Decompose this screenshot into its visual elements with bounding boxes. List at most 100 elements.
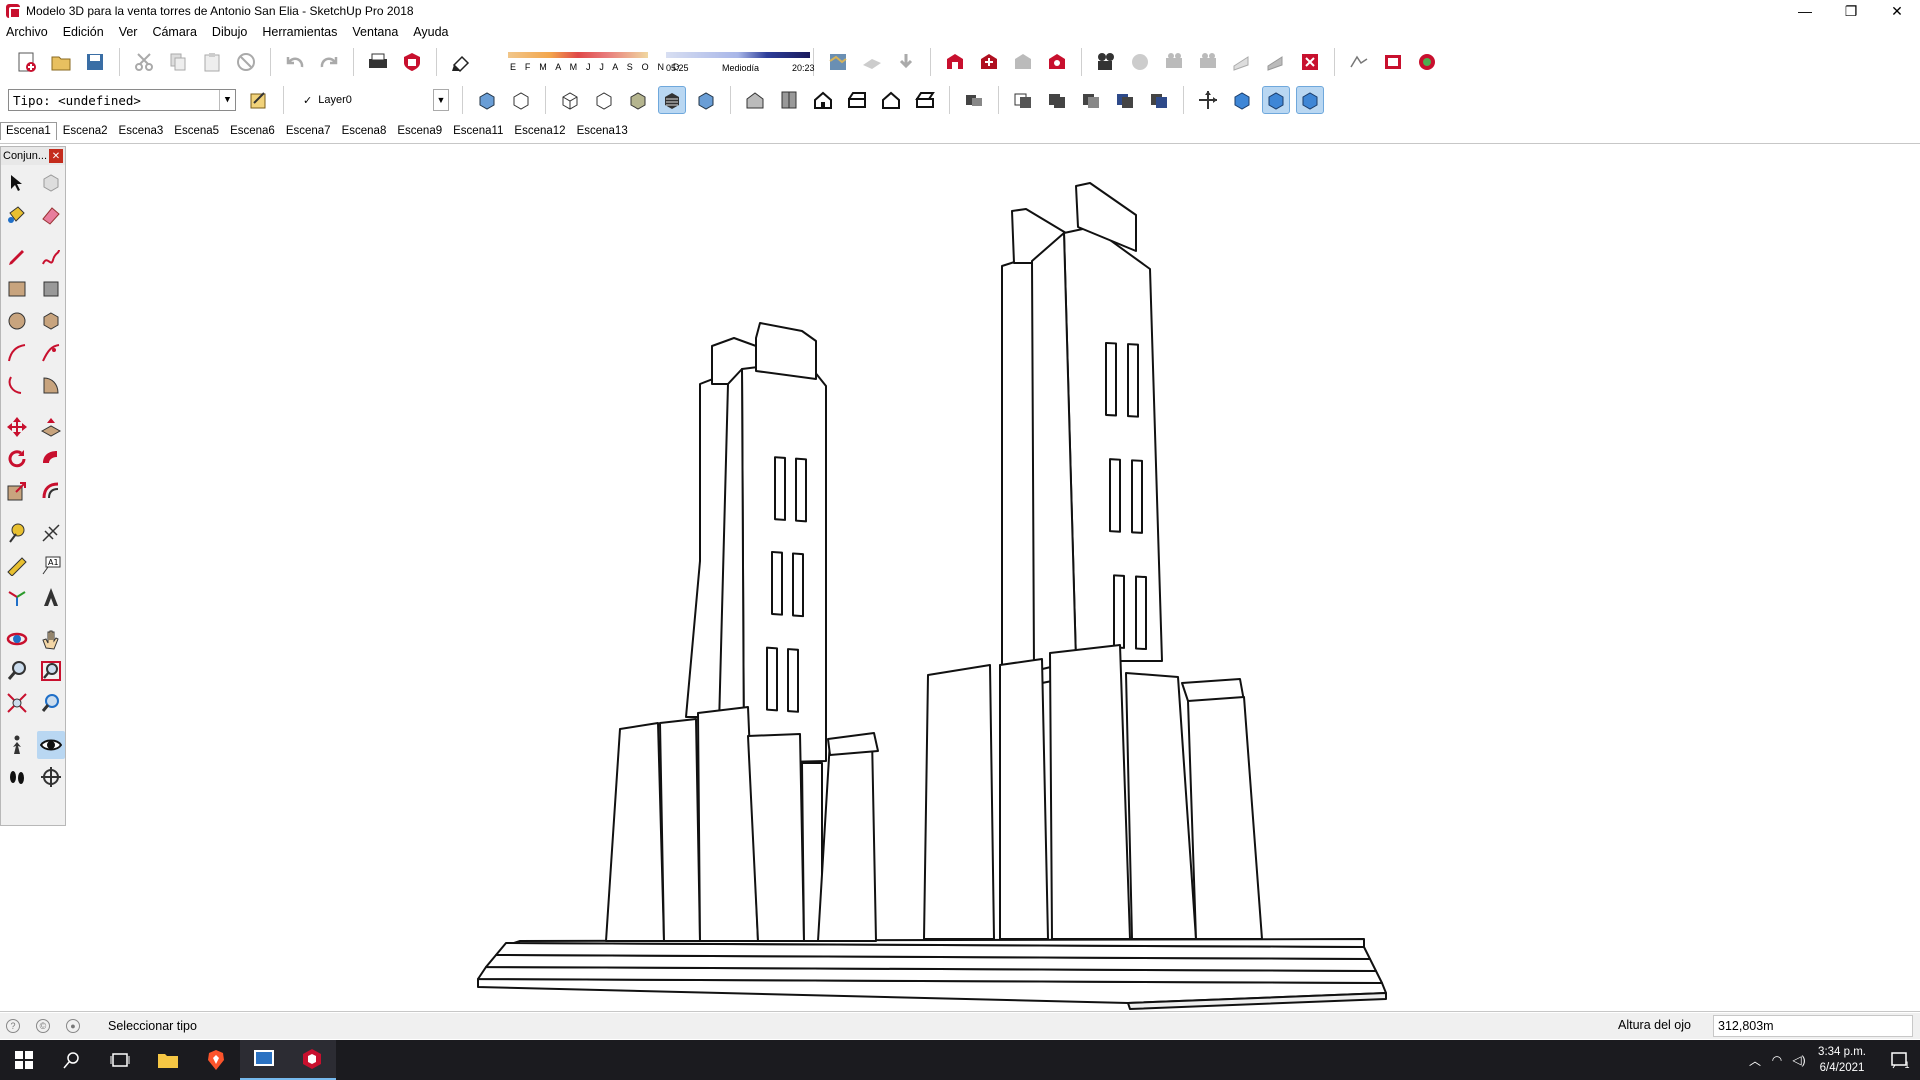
chevron-down-icon[interactable]: ▼ <box>219 90 235 110</box>
zoom-extents-tool[interactable] <box>3 689 31 717</box>
tab-escena5[interactable]: Escena5 <box>169 123 224 140</box>
menu-archivo[interactable]: Archivo <box>6 25 48 39</box>
camera-2-button[interactable] <box>1160 48 1188 76</box>
wifi-icon[interactable]: ◠ <box>1766 1040 1788 1080</box>
section-button[interactable] <box>1228 48 1256 76</box>
clock[interactable]: 3:34 p.m. 6/4/2021 <box>1818 1044 1866 1076</box>
rotate-tool[interactable] <box>3 445 31 473</box>
animation-button[interactable] <box>1092 48 1120 76</box>
top-view-button[interactable] <box>775 86 803 114</box>
zoom-tool[interactable] <box>3 657 31 685</box>
model-info-button[interactable] <box>398 48 426 76</box>
orbit-tool[interactable] <box>3 625 31 653</box>
file-explorer-button[interactable] <box>144 1040 192 1080</box>
classifier-button[interactable] <box>245 86 273 114</box>
brave-browser-button[interactable] <box>192 1040 240 1080</box>
chevron-up-icon[interactable]: ︿ <box>1744 1040 1766 1080</box>
tab-escena1[interactable]: Escena1 <box>0 122 57 140</box>
tab-escena7[interactable]: Escena7 <box>281 123 336 140</box>
back-edges-button[interactable] <box>507 86 535 114</box>
axes-tool[interactable] <box>3 583 31 611</box>
tab-escena13[interactable]: Escena13 <box>572 123 633 140</box>
save-button[interactable] <box>81 48 109 76</box>
search-button[interactable] <box>48 1040 96 1080</box>
component-3-button[interactable] <box>1296 86 1324 114</box>
pan-tool[interactable] <box>37 625 65 653</box>
menu-edicion[interactable]: Edición <box>63 25 104 39</box>
shadow-settings-widget[interactable]: E F M A M J J A S O N D 05:25 Mediodía 2… <box>482 48 815 76</box>
section-2-button[interactable] <box>1262 48 1290 76</box>
back-view-button[interactable] <box>877 86 905 114</box>
look-around-tool[interactable] <box>37 731 65 759</box>
credits-icon[interactable]: © <box>36 1019 50 1033</box>
render-button[interactable] <box>1126 48 1154 76</box>
split-button[interactable] <box>1145 86 1173 114</box>
pie-tool[interactable] <box>37 371 65 399</box>
move-tool[interactable] <box>3 413 31 441</box>
layout-button[interactable] <box>1379 48 1407 76</box>
minimize-button[interactable]: — <box>1782 0 1828 22</box>
protractor-tool[interactable] <box>3 551 31 579</box>
app-window-button[interactable] <box>240 1040 288 1080</box>
menu-ayuda[interactable]: Ayuda <box>413 25 448 39</box>
tape-measure-tool[interactable] <box>3 519 31 547</box>
menu-camara[interactable]: Cámara <box>152 25 196 39</box>
intersect-button[interactable] <box>1009 86 1037 114</box>
tab-escena3[interactable]: Escena3 <box>114 123 169 140</box>
component-1-button[interactable] <box>1228 86 1256 114</box>
sandbox-button[interactable] <box>1345 48 1373 76</box>
tab-escena11[interactable]: Escena11 <box>448 123 508 140</box>
eraser-tool[interactable] <box>37 201 65 229</box>
dimension-tool[interactable] <box>37 519 65 547</box>
measurements-box[interactable]: 312,803m <box>1713 1015 1913 1037</box>
hidden-line-button[interactable] <box>590 86 618 114</box>
model-viewport[interactable] <box>0 143 1920 1012</box>
close-button[interactable]: ✕ <box>1874 0 1920 22</box>
start-button[interactable] <box>0 1040 48 1080</box>
left-view-button[interactable] <box>911 86 939 114</box>
menu-ventana[interactable]: Ventana <box>352 25 398 39</box>
erase-button[interactable] <box>232 48 260 76</box>
geo-location-button[interactable] <box>824 48 852 76</box>
zoom-window-tool[interactable] <box>37 657 65 685</box>
push-pull-tool[interactable] <box>37 413 65 441</box>
chevron-down-icon[interactable]: ▼ <box>433 89 449 111</box>
paint-bucket-tool[interactable] <box>3 201 31 229</box>
task-view-button[interactable] <box>96 1040 144 1080</box>
previous-view-tool[interactable] <box>37 689 65 717</box>
sketchup-taskbar-button[interactable] <box>288 1040 336 1080</box>
tab-escena8[interactable]: Escena8 <box>337 123 392 140</box>
warehouse-button[interactable] <box>941 48 969 76</box>
line-tool[interactable] <box>3 243 31 271</box>
new-model-button[interactable] <box>13 48 41 76</box>
make-component-tool[interactable] <box>37 169 65 197</box>
shaded-textures-button[interactable] <box>658 86 686 114</box>
share-model-button[interactable] <box>975 48 1003 76</box>
add-location-button[interactable] <box>858 48 886 76</box>
component-2-button[interactable] <box>1262 86 1290 114</box>
select-tool[interactable] <box>3 169 31 197</box>
stop-button[interactable] <box>1296 48 1324 76</box>
open-button[interactable] <box>47 48 75 76</box>
camera-3-button[interactable] <box>1194 48 1222 76</box>
copy-button[interactable] <box>164 48 192 76</box>
menu-herramientas[interactable]: Herramientas <box>262 25 337 39</box>
user-icon[interactable]: ● <box>66 1019 80 1033</box>
menu-dibujo[interactable]: Dibujo <box>212 25 247 39</box>
section-plane-tool[interactable] <box>37 763 65 791</box>
tab-escena6[interactable]: Escena6 <box>225 123 280 140</box>
text-tool[interactable]: A1 <box>37 551 65 579</box>
right-view-button[interactable] <box>843 86 871 114</box>
notifications-button[interactable]: 1 <box>1880 1040 1920 1080</box>
shaded-button[interactable] <box>624 86 652 114</box>
extension-warehouse-button[interactable] <box>1043 48 1071 76</box>
layer-selector-combo[interactable]: ✓ Layer0 ▼ <box>297 89 449 111</box>
scale-tool[interactable] <box>3 477 31 505</box>
geo-location-icon[interactable]: ? <box>6 1019 20 1033</box>
union-button[interactable] <box>1043 86 1071 114</box>
trim-button[interactable] <box>1111 86 1139 114</box>
close-icon[interactable]: ✕ <box>49 149 63 163</box>
axes-button[interactable] <box>1194 86 1222 114</box>
wireframe-button[interactable] <box>556 86 584 114</box>
volume-icon[interactable]: ◁) <box>1788 1040 1810 1080</box>
